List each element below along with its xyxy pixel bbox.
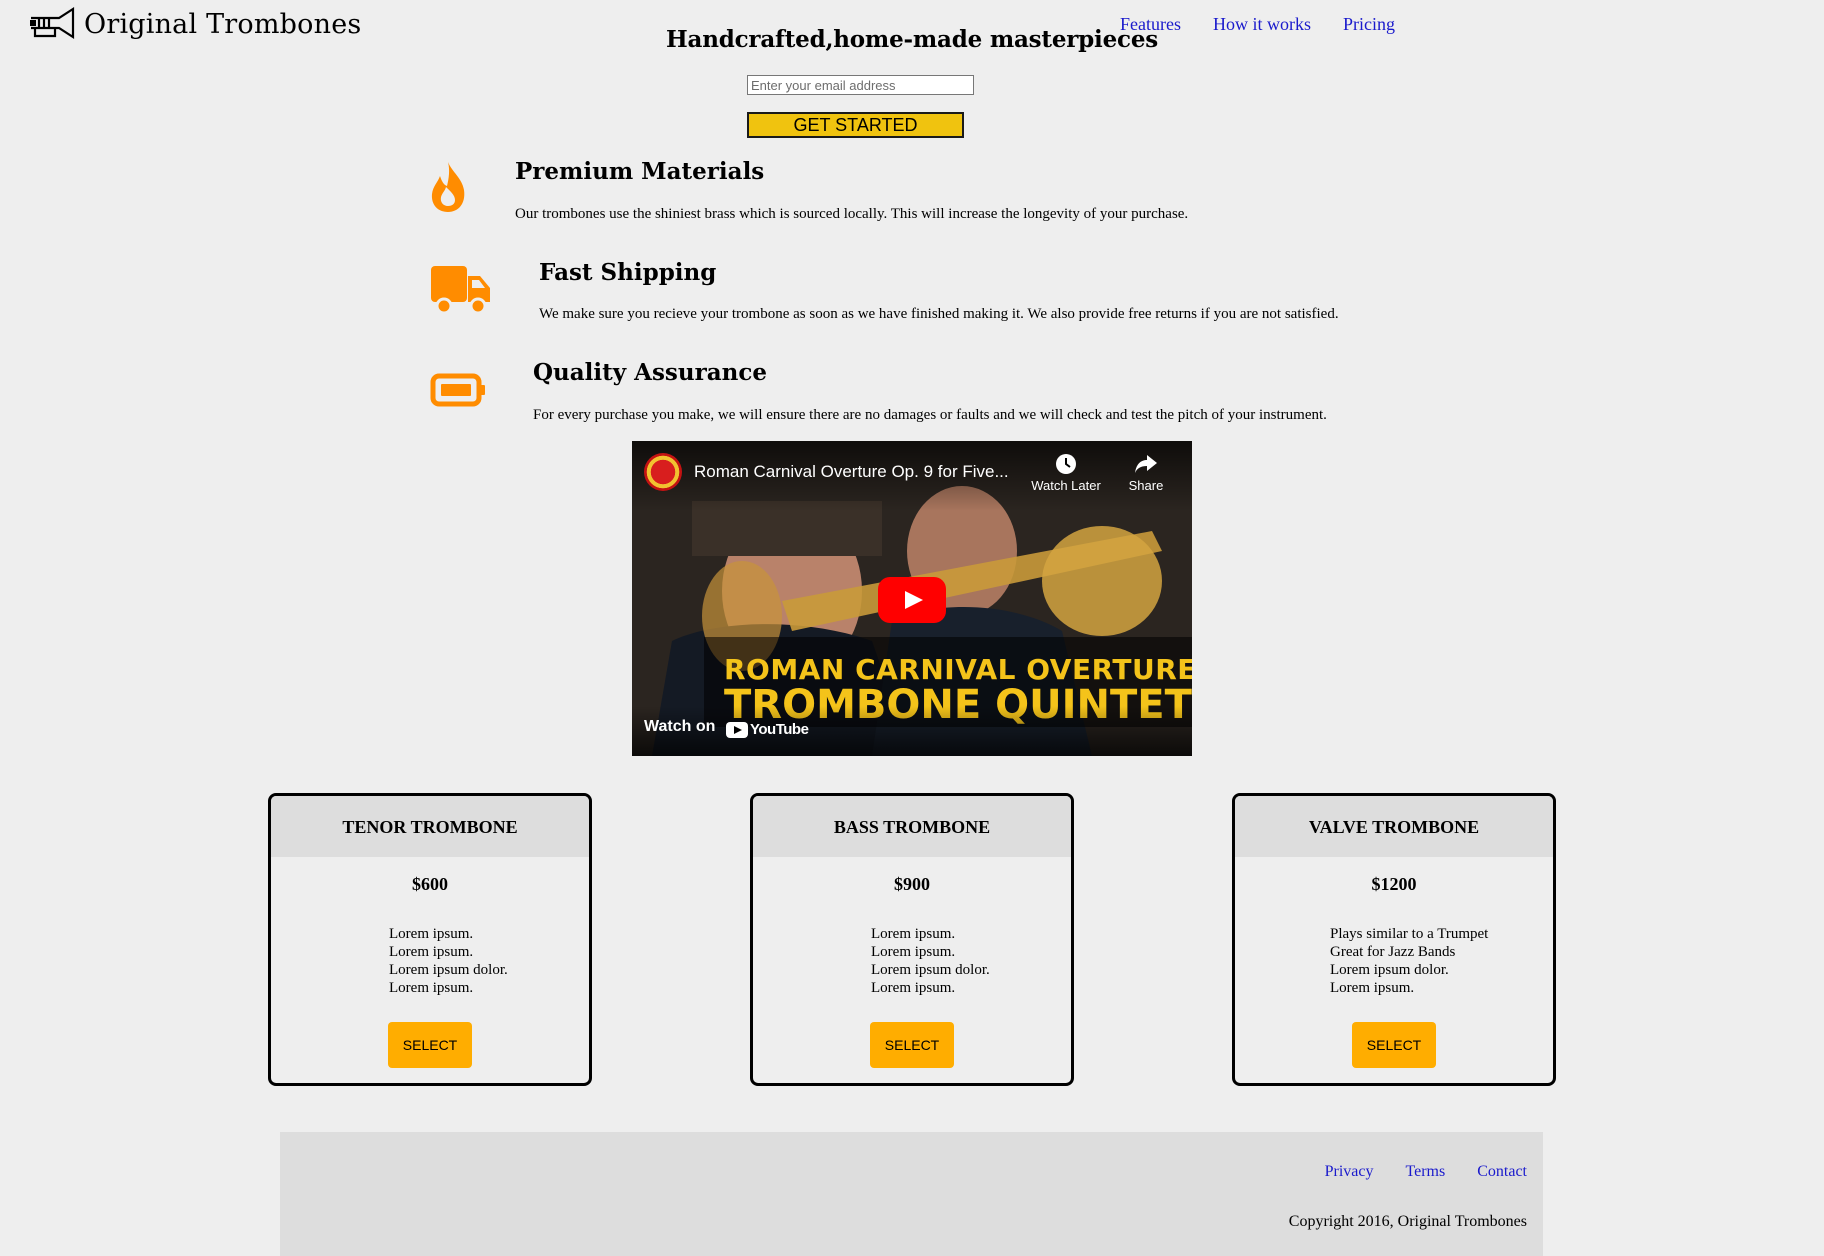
feature-desc-premium-materials: Our trombones use the shiniest brass whi… — [515, 206, 1189, 222]
plan-card-valve: VALVE TROMBONE $1200 Plays similar to a … — [1232, 793, 1556, 1086]
plan-feature-list: Lorem ipsum. Lorem ipsum. Lorem ipsum do… — [753, 925, 1071, 997]
video-embed[interactable]: Roman Carnival Overture Op. 9 for Five..… — [632, 441, 1192, 756]
youtube-logo: YouTube — [724, 721, 809, 738]
plan-feature-list: Lorem ipsum. Lorem ipsum. Lorem ipsum do… — [271, 925, 589, 997]
battery-icon — [430, 373, 485, 407]
feature-title-quality-assurance: Quality Assurance — [533, 359, 767, 386]
plan-name: TENOR TROMBONE — [271, 796, 589, 857]
copyright-text: Copyright 2016, Original Trombones — [1288, 1213, 1527, 1230]
plan-feature: Lorem ipsum. — [871, 926, 956, 942]
plan-name: VALVE TROMBONE — [1235, 796, 1553, 857]
plan-card-bass: BASS TROMBONE $900 Lorem ipsum. Lorem ip… — [750, 793, 1074, 1086]
plan-price: $900 — [894, 874, 930, 894]
plan-feature: Lorem ipsum dolor. — [871, 962, 990, 978]
hero-headline: Handcrafted,home-made masterpieces — [665, 26, 1159, 53]
plan-feature-list: Plays similar to a Trumpet Great for Jaz… — [1235, 925, 1553, 997]
watch-later-label: Watch Later — [1031, 478, 1101, 493]
watch-later-button[interactable]: Watch Later — [1026, 453, 1106, 493]
select-button-valve[interactable]: SELECT — [1352, 1022, 1436, 1068]
plan-feature: Lorem ipsum. — [1330, 980, 1415, 996]
plan-feature: Lorem ipsum dolor. — [1330, 962, 1449, 978]
watch-on-youtube[interactable]: Watch on YouTube — [632, 706, 1192, 756]
channel-avatar[interactable] — [644, 453, 682, 491]
get-started-button[interactable]: GET STARTED — [747, 112, 964, 138]
select-button-bass[interactable]: SELECT — [870, 1022, 954, 1068]
plan-feature: Plays similar to a Trumpet — [1330, 926, 1489, 942]
truck-icon — [431, 266, 490, 315]
youtube-icon — [726, 721, 748, 738]
share-label: Share — [1128, 478, 1164, 493]
footer-link-contact[interactable]: Contact — [1477, 1163, 1527, 1181]
footer-link-privacy[interactable]: Privacy — [1325, 1163, 1374, 1181]
footer-link-terms[interactable]: Terms — [1405, 1163, 1445, 1181]
watch-on-label: Watch on — [644, 718, 716, 735]
share-icon — [1135, 455, 1157, 473]
youtube-wordmark: YouTube — [750, 721, 809, 738]
plan-feature: Lorem ipsum. — [389, 926, 474, 942]
plan-feature: Lorem ipsum. — [389, 944, 474, 960]
feature-desc-quality-assurance: For every purchase you make, we will ens… — [533, 407, 1327, 423]
feature-title-fast-shipping: Fast Shipping — [539, 259, 717, 286]
plan-card-tenor: TENOR TROMBONE $600 Lorem ipsum. Lorem i… — [268, 793, 592, 1086]
feature-desc-fast-shipping: We make sure you recieve your trombone a… — [539, 306, 1339, 322]
plan-feature: Great for Jazz Bands — [1330, 944, 1456, 960]
select-button-tenor[interactable]: SELECT — [388, 1022, 472, 1068]
share-button[interactable]: Share — [1121, 453, 1171, 493]
plan-price: $1200 — [1371, 874, 1417, 894]
plan-feature: Lorem ipsum. — [389, 980, 474, 996]
plan-feature: Lorem ipsum. — [871, 980, 956, 996]
video-title[interactable]: Roman Carnival Overture Op. 9 for Five..… — [694, 462, 1009, 482]
plan-price: $600 — [412, 874, 448, 894]
plan-feature: Lorem ipsum dolor. — [389, 962, 508, 978]
plan-feature: Lorem ipsum. — [871, 944, 956, 960]
fire-icon — [431, 162, 465, 212]
plan-name: BASS TROMBONE — [753, 796, 1071, 857]
email-input[interactable] — [747, 75, 974, 95]
play-button[interactable] — [878, 577, 946, 623]
footer: Privacy Terms Contact Copyright 2016, Or… — [280, 1132, 1543, 1256]
footer-links: Privacy Terms Contact — [1293, 1163, 1527, 1181]
feature-title-premium-materials: Premium Materials — [515, 158, 765, 185]
clock-icon — [1056, 454, 1076, 474]
